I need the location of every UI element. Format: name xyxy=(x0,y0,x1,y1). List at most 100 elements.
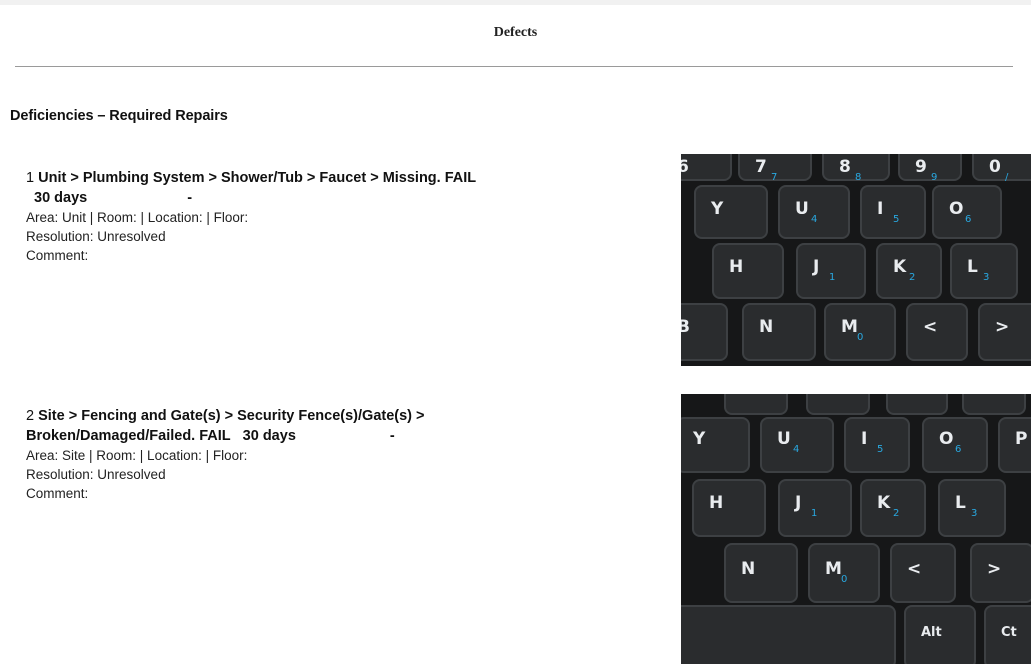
keyboard-key: Y xyxy=(681,417,750,473)
defect-due: 30 days xyxy=(242,428,296,444)
defect-dash: - xyxy=(389,428,395,444)
defect-path-line2: Broken/Damaged/Failed. FAIL xyxy=(26,428,231,444)
keyboard-key: 0 xyxy=(962,394,1026,415)
document-page: Defects Deficiencies – Required Repairs … xyxy=(0,5,1031,669)
key-legend: Ct xyxy=(1001,625,1017,640)
keyboard-key: L3 xyxy=(950,243,1018,299)
keyboard-key: Ct xyxy=(984,605,1031,664)
defect-dash: - xyxy=(187,190,193,206)
key-legend: Y xyxy=(692,429,706,449)
key-numpad-legend: 6 xyxy=(965,214,971,225)
key-legend: M xyxy=(841,317,858,337)
keyboard-key: M0 xyxy=(808,543,880,603)
key-legend: 6 xyxy=(681,157,689,177)
key-legend: I xyxy=(861,429,867,449)
key-numpad-legend: 2 xyxy=(909,272,915,283)
key-legend: O xyxy=(949,199,963,219)
key-legend: > xyxy=(987,559,1001,579)
key-numpad-legend: 0 xyxy=(841,574,847,585)
key-legend: K xyxy=(893,257,907,277)
key-legend: U xyxy=(795,199,809,219)
keyboard-key: U4 xyxy=(778,185,850,239)
key-legend: L xyxy=(967,257,978,277)
key-legend: < xyxy=(907,559,921,579)
keyboard-key: 6 xyxy=(681,154,732,181)
keyboard-key: K2 xyxy=(860,479,926,537)
keyboard-key: H xyxy=(692,479,766,537)
key-legend: H xyxy=(729,257,743,277)
keyboard-key: K2 xyxy=(876,243,942,299)
key-numpad-legend: 1 xyxy=(811,508,817,519)
keyboard-key: B xyxy=(681,303,728,361)
key-legend: B xyxy=(681,317,690,337)
key-legend: < xyxy=(923,317,937,337)
keyboard-key: 9 xyxy=(886,394,948,415)
key-numpad-legend: 8 xyxy=(855,172,861,183)
defect-resolution: Resolution: Unresolved xyxy=(26,229,166,244)
key-numpad-legend: 0 xyxy=(857,332,863,343)
keyboard-photo-icon: 6 7 7 8 8 9 9 0/Y U 4 I 5 O 6 H J 1 K 2 L 3 B N M 0 < > xyxy=(681,154,1031,366)
key-legend: L xyxy=(955,493,966,513)
key-legend: Y xyxy=(710,199,724,219)
keyboard-photo-icon: 7890YU4I5O6PHJ1K2L3NM0<>AltCt xyxy=(681,394,1031,664)
key-legend: 9 xyxy=(915,157,927,177)
key-legend: H xyxy=(709,493,723,513)
keyboard-key: M0 xyxy=(824,303,896,361)
key-legend: 8 xyxy=(839,157,851,177)
key-numpad-legend: 4 xyxy=(811,214,817,225)
keyboard-key: Y xyxy=(694,185,768,239)
keyboard-key: J1 xyxy=(796,243,866,299)
key-legend: 7 xyxy=(755,157,767,177)
keyboard-key: P xyxy=(998,417,1031,473)
defect-comment: Comment: xyxy=(26,486,89,501)
keyboard-key: L3 xyxy=(938,479,1006,537)
keyboard-key: < xyxy=(890,543,956,603)
key-legend: Alt xyxy=(921,625,942,640)
key-numpad-legend: 3 xyxy=(971,508,977,519)
defect-heading: 2 Site > Fencing and Gate(s) > Security … xyxy=(26,406,546,446)
keyboard-key: Alt xyxy=(904,605,976,664)
keyboard-key: N xyxy=(724,543,798,603)
key-legend: 0 xyxy=(989,157,1001,177)
keyboard-key: 8 xyxy=(806,394,870,415)
key-numpad-legend: 3 xyxy=(983,272,989,283)
keyboard-key: 0/ xyxy=(972,154,1031,183)
keyboard-spacebar xyxy=(681,605,896,664)
key-legend: O xyxy=(939,429,953,449)
key-legend: M xyxy=(825,559,842,579)
key-legend: J xyxy=(794,493,801,513)
defect-photo-1: 6 7788990/Y U4I5O6H J1K2L3B N M0< > xyxy=(681,154,1031,361)
defect-heading: 1 Unit > Plumbing System > Shower/Tub > … xyxy=(26,168,546,188)
keyboard-key: N xyxy=(742,303,816,361)
keyboard-key: 99 xyxy=(898,154,962,183)
keyboard-key: > xyxy=(978,303,1031,361)
keyboard-key: 7 xyxy=(724,394,788,415)
key-legend: I xyxy=(877,199,883,219)
keyboard-key: O6 xyxy=(922,417,988,473)
key-numpad-legend: 2 xyxy=(893,508,899,519)
key-numpad-legend: 5 xyxy=(877,444,883,455)
keyboard-key: H xyxy=(712,243,784,299)
defect-due: 30 days xyxy=(34,190,88,206)
defect-path-line1: Site > Fencing and Gate(s) > Security Fe… xyxy=(38,408,425,424)
keyboard-key: J1 xyxy=(778,479,852,537)
defect-item: 2 Site > Fencing and Gate(s) > Security … xyxy=(26,406,546,503)
defect-resolution: Resolution: Unresolved xyxy=(26,467,166,482)
key-legend: J xyxy=(812,257,819,277)
key-legend: K xyxy=(877,493,891,513)
keyboard-key: > xyxy=(970,543,1031,603)
keyboard-key: U4 xyxy=(760,417,834,473)
defect-number: 1 xyxy=(26,170,35,186)
defect-number: 2 xyxy=(26,408,35,424)
section-title: Deficiencies – Required Repairs xyxy=(10,108,228,124)
keyboard-key: 88 xyxy=(822,154,890,183)
key-legend: > xyxy=(995,317,1009,337)
key-legend: N xyxy=(741,559,755,579)
key-numpad-legend: 1 xyxy=(829,272,835,283)
key-numpad-legend: 6 xyxy=(955,444,961,455)
key-legend: U xyxy=(777,429,791,449)
defect-item: 1 Unit > Plumbing System > Shower/Tub > … xyxy=(26,168,546,265)
key-numpad-legend: 7 xyxy=(771,172,777,183)
key-numpad-legend: 9 xyxy=(931,172,937,183)
key-legend: P xyxy=(1015,429,1027,449)
